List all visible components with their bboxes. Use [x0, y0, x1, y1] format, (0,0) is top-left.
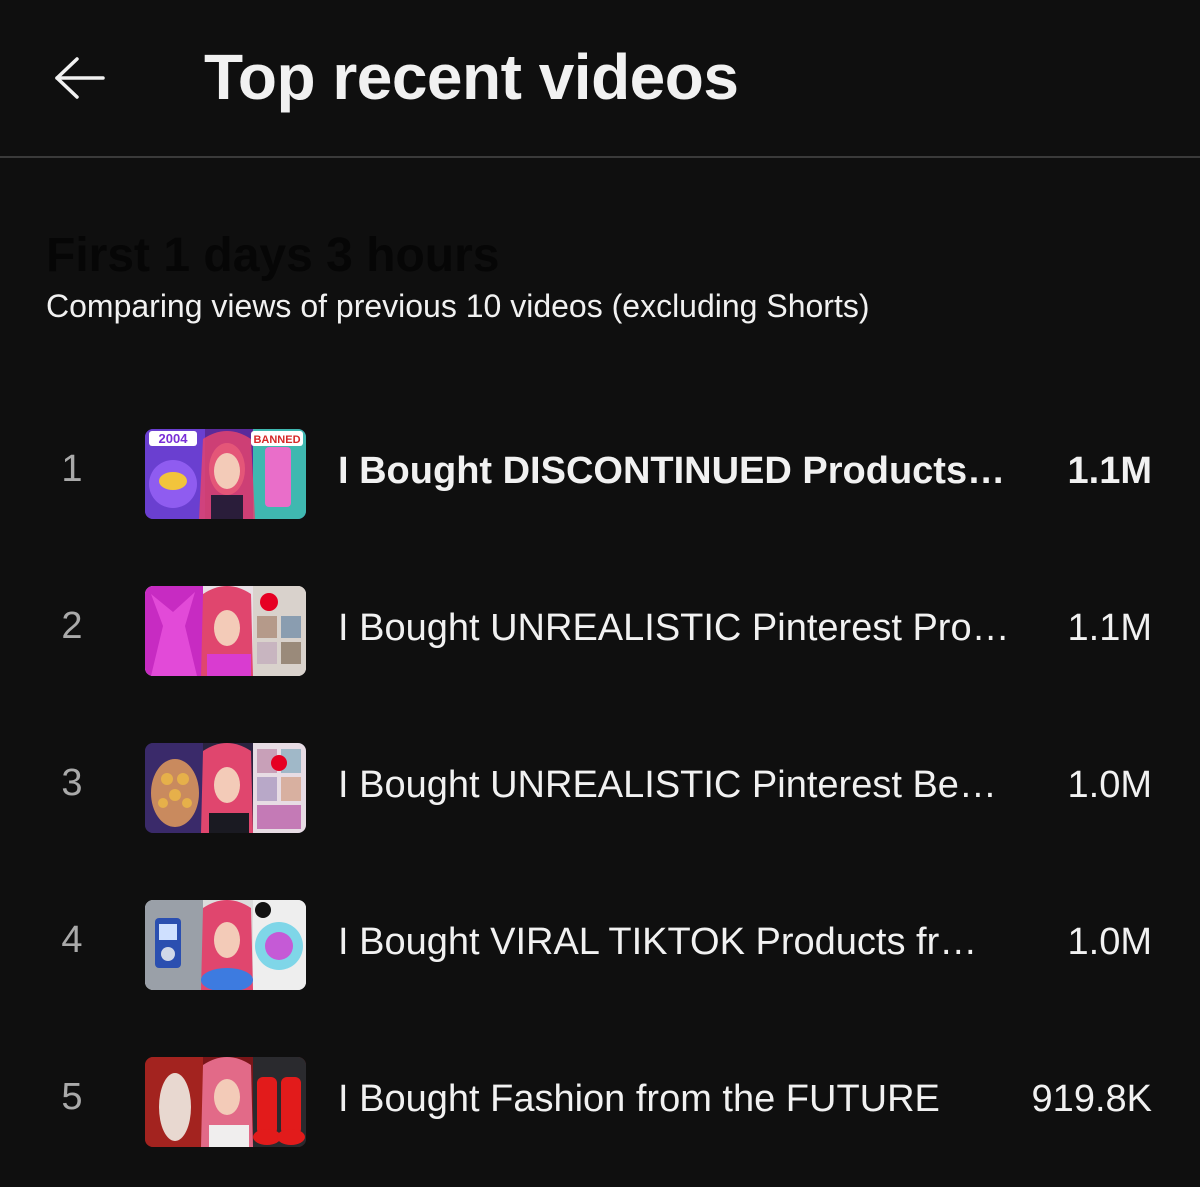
video-rank: 4	[61, 919, 83, 961]
section-subtitle: Comparing views of previous 10 videos (e…	[46, 288, 870, 324]
section-heading: First 1 days 3 hours	[46, 229, 500, 282]
video-row[interactable]: 2 I Bought UNREALISTIC Pinterest Pro… 1.…	[0, 583, 1200, 679]
video-row[interactable]: 3 I Bought UNREALISTIC Pinterest Be… 1.0…	[0, 740, 1200, 836]
thumbnail-banned-label: BANNED	[253, 434, 300, 446]
video-thumbnail	[145, 1057, 306, 1147]
video-rank: 1	[61, 448, 83, 490]
arrow-left-icon	[55, 57, 105, 99]
video-thumbnail	[145, 586, 306, 676]
page-title: Top recent videos	[204, 41, 739, 113]
video-title: I Bought UNREALISTIC Pinterest Be…	[338, 764, 997, 806]
video-rank: 2	[61, 605, 83, 647]
video-views: 1.1M	[1067, 450, 1152, 492]
video-title: I Bought VIRAL TIKTOK Products fr…	[338, 921, 978, 963]
video-title: I Bought DISCONTINUED Products…	[338, 450, 1006, 492]
video-thumbnail: 2004 BANNED	[145, 429, 306, 519]
video-title: I Bought UNREALISTIC Pinterest Pro…	[338, 607, 1010, 649]
thumbnail-year-label: 2004	[159, 431, 189, 446]
video-thumbnail	[145, 900, 306, 990]
video-row[interactable]: 1 2004 BANNED I Bought DISCONTINUED Prod…	[0, 426, 1200, 522]
video-title: I Bought Fashion from the FUTURE	[338, 1078, 940, 1120]
video-row[interactable]: 5 I Bought Fashion from the FUTURE 919.8…	[0, 1054, 1200, 1150]
top-bar: Top recent videos	[0, 0, 1200, 158]
video-views: 1.0M	[1067, 921, 1152, 963]
video-views: 1.0M	[1067, 764, 1152, 806]
video-row[interactable]: 4 I Bought VIRAL TIKTOK Products fr… 1.0…	[0, 897, 1200, 993]
back-button[interactable]	[46, 48, 114, 108]
video-rank: 5	[61, 1076, 83, 1118]
video-views: 919.8K	[1031, 1078, 1152, 1120]
video-thumbnail	[145, 743, 306, 833]
video-rank: 3	[61, 762, 83, 804]
video-views: 1.1M	[1067, 607, 1152, 649]
